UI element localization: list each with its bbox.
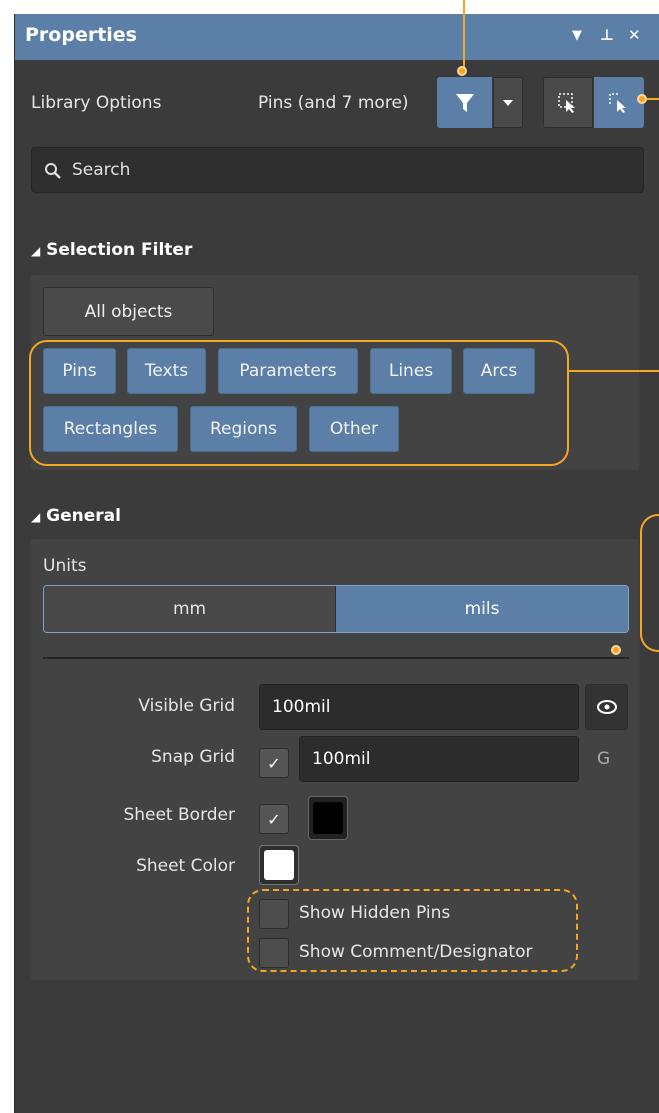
general-header[interactable]: ◢ General (31, 506, 121, 526)
collapse-triangle-icon: ◢ (31, 244, 41, 258)
eye-icon (596, 700, 617, 714)
properties-panel: Properties ▼ ⊥ ✕ Library Options Pins (a… (14, 14, 659, 1113)
search-icon (45, 163, 61, 179)
all-objects-button[interactable]: All objects (43, 287, 214, 336)
pin-icon[interactable]: ⊥ (600, 26, 614, 44)
snap-grid-checkbox[interactable]: ✓ (259, 748, 289, 778)
units-callout-line (640, 514, 659, 652)
snap-grid-field[interactable]: 100mil (299, 736, 579, 782)
snap-grid-shortcut: G (597, 749, 611, 769)
library-options-label: Library Options (31, 93, 162, 113)
chevron-down-icon[interactable]: ▼ (572, 28, 582, 43)
select-inside-button[interactable] (543, 77, 593, 128)
sheet-border-color-fill (313, 802, 343, 834)
sheet-color-swatch[interactable] (259, 845, 299, 885)
select-callout-dot (637, 94, 647, 104)
divider (43, 657, 629, 659)
visibility-toggle-button[interactable] (585, 684, 628, 730)
chevron-down-icon (503, 99, 513, 106)
sheet-color-fill (264, 850, 294, 880)
collapse-triangle-icon: ◢ (31, 510, 41, 524)
sheet-border-label: Sheet Border (123, 805, 235, 825)
close-icon[interactable]: ✕ (628, 26, 641, 44)
sheet-color-label: Sheet Color (136, 856, 235, 876)
units-callout-dot (611, 645, 621, 655)
select-touching-icon (609, 92, 626, 113)
select-touching-button[interactable] (594, 77, 644, 128)
selection-filter-title: Selection Filter (46, 240, 193, 260)
selection-filter-header[interactable]: ◢ Selection Filter (31, 240, 192, 260)
select-inside-icon (558, 92, 575, 113)
search-placeholder: Search (72, 160, 131, 180)
filter-callout-dot (457, 66, 467, 76)
units-toggle: mm mils (43, 585, 629, 633)
filter-dropdown-button[interactable] (493, 77, 523, 128)
panel-title: Properties (25, 24, 137, 46)
units-label: Units (43, 556, 87, 576)
units-mils-option[interactable]: mils (336, 586, 628, 632)
sheet-border-checkbox[interactable]: ✓ (259, 804, 289, 834)
filter-icon (455, 93, 474, 112)
general-title: General (46, 506, 121, 526)
search-input[interactable]: Search (31, 147, 644, 193)
snap-grid-label: Snap Grid (151, 747, 235, 767)
filter-summary[interactable]: Pins (and 7 more) (258, 93, 409, 113)
sheet-border-color-swatch[interactable] (308, 796, 348, 840)
filter-button[interactable] (437, 77, 492, 128)
filter-callout-line (463, 0, 465, 70)
select-callout-line (645, 98, 659, 100)
options-callout (247, 889, 578, 972)
panel-titlebar: Properties ▼ ⊥ ✕ (15, 14, 659, 60)
chips-callout-line (569, 370, 659, 372)
visible-grid-field[interactable]: 100mil (259, 684, 579, 730)
chips-callout (29, 340, 569, 466)
units-mm-option[interactable]: mm (44, 586, 336, 632)
visible-grid-label: Visible Grid (138, 696, 235, 716)
